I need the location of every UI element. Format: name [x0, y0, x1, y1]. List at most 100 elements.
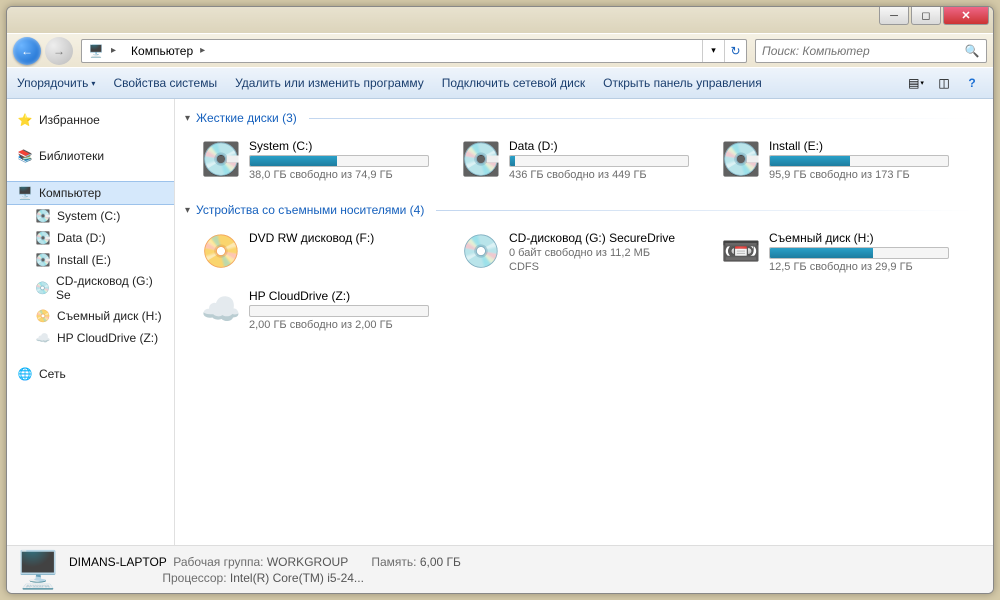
map-network-drive-button[interactable]: Подключить сетевой диск: [442, 76, 585, 90]
breadcrumb-computer[interactable]: Компьютер ▸: [125, 40, 214, 62]
sidebar-libraries[interactable]: 📚Библиотеки: [7, 145, 174, 167]
capacity-bar: [249, 155, 429, 167]
usb-icon: 📀: [35, 308, 51, 324]
hdd-icon: 💽: [35, 252, 51, 268]
sidebar-drive-e[interactable]: 💽Install (E:): [7, 249, 174, 271]
computer-large-icon: 🖥️: [16, 549, 61, 591]
capacity-bar: [509, 155, 689, 167]
sidebar-drive-c[interactable]: 💽System (C:): [7, 205, 174, 227]
capacity-bar: [769, 247, 949, 259]
libraries-icon: 📚: [17, 148, 33, 164]
computer-name: DIMANS-LAPTOP: [69, 555, 167, 569]
drive-cd-g[interactable]: 💿 CD-дисковод (G:) SecureDrive 0 байт св…: [457, 227, 707, 277]
group-title: Устройства со съемными носителями (4): [196, 203, 424, 217]
memory-label: Память:: [371, 555, 416, 569]
cloud-icon: ☁️: [35, 330, 51, 346]
address-bar[interactable]: 🖥️ ▸ Компьютер ▸ ▾ ↻: [81, 39, 747, 63]
drive-system-c[interactable]: 💽 System (C:) 38,0 ГБ свободно из 74,9 Г…: [197, 135, 447, 185]
usb-drive-icon: 📼: [721, 232, 761, 270]
chevron-down-icon: ▾: [920, 79, 924, 87]
content-area: ▾ Жесткие диски (3) 💽 System (C:) 38,0 Г…: [175, 99, 993, 545]
pane-icon: ◫: [938, 76, 949, 90]
drive-dvd-f[interactable]: 📀 DVD RW дисковод (F:): [197, 227, 447, 277]
close-button[interactable]: ✕: [943, 7, 989, 25]
minimize-button[interactable]: ─: [879, 7, 909, 25]
refresh-button[interactable]: ↻: [724, 40, 746, 62]
collapse-icon: ▾: [185, 205, 190, 216]
sidebar-drive-z[interactable]: ☁️HP CloudDrive (Z:): [7, 327, 174, 349]
dvd-icon: 📀: [201, 232, 241, 270]
search-box[interactable]: 🔍: [755, 39, 987, 63]
drive-label: HP CloudDrive (Z:): [249, 289, 443, 303]
hdd-icon: 💽: [721, 140, 761, 178]
capacity-bar: [249, 305, 429, 317]
help-button[interactable]: ?: [961, 72, 983, 94]
drive-label: System (C:): [249, 139, 443, 153]
sidebar-drive-h[interactable]: 📀Съемный диск (H:): [7, 305, 174, 327]
titlebar: ─ ◻ ✕: [7, 7, 993, 33]
computer-icon: 🖥️: [88, 43, 104, 59]
chevron-down-icon: ▾: [91, 79, 95, 88]
workgroup-label: Рабочая группа:: [173, 555, 263, 569]
cd-icon: 💿: [35, 280, 50, 296]
hdd-icon: 💽: [201, 140, 241, 178]
uninstall-program-button[interactable]: Удалить или изменить программу: [235, 76, 424, 90]
maximize-button[interactable]: ◻: [911, 7, 941, 25]
memory-value: 6,00 ГБ: [420, 555, 461, 569]
sidebar-drive-g[interactable]: 💿CD-дисковод (G:) Se: [7, 271, 174, 305]
forward-button[interactable]: →: [45, 37, 73, 65]
filesystem-text: CDFS: [509, 261, 703, 273]
view-options-button[interactable]: ▤▾: [905, 72, 927, 94]
drive-label: DVD RW дисковод (F:): [249, 231, 443, 245]
preview-pane-button[interactable]: ◫: [933, 72, 955, 94]
help-icon: ?: [968, 76, 975, 90]
search-icon: 🔍: [964, 43, 980, 59]
drive-label: Съемный диск (H:): [769, 231, 963, 245]
drive-install-e[interactable]: 💽 Install (E:) 95,9 ГБ свободно из 173 Г…: [717, 135, 967, 185]
chevron-right-icon: ▸: [108, 45, 119, 56]
hdd-icon: 💽: [35, 208, 51, 224]
drive-label: Install (E:): [769, 139, 963, 153]
group-hard-disks: ▾ Жесткие диски (3) 💽 System (C:) 38,0 Г…: [179, 107, 979, 185]
view-icon: ▤: [908, 76, 919, 90]
open-control-panel-button[interactable]: Открыть панель управления: [603, 76, 762, 90]
collapse-icon: ▾: [185, 113, 190, 124]
drive-data-d[interactable]: 💽 Data (D:) 436 ГБ свободно из 449 ГБ: [457, 135, 707, 185]
cd-icon: 💿: [461, 232, 501, 270]
cpu-label: Процессор:: [162, 571, 226, 585]
arrow-right-icon: →: [53, 44, 65, 58]
organize-button[interactable]: Упорядочить ▾: [17, 76, 95, 90]
free-space-text: 95,9 ГБ свободно из 173 ГБ: [769, 169, 963, 181]
group-title: Жесткие диски (3): [196, 111, 297, 125]
breadcrumb-root[interactable]: 🖥️ ▸: [82, 40, 125, 62]
drive-label: CD-дисковод (G:) SecureDrive: [509, 231, 703, 245]
sidebar-computer[interactable]: 🖥️Компьютер: [7, 181, 174, 205]
computer-icon: 🖥️: [17, 185, 33, 201]
system-properties-button[interactable]: Свойства системы: [113, 76, 217, 90]
cpu-value: Intel(R) Core(TM) i5-24...: [230, 571, 364, 585]
chevron-down-icon: ▾: [711, 45, 716, 56]
drive-cloud-z[interactable]: ☁️ HP CloudDrive (Z:) 2,00 ГБ свободно и…: [197, 285, 447, 335]
refresh-icon: ↻: [730, 44, 740, 58]
details-pane: 🖥️ DIMANS-LAPTOP Рабочая группа: WORKGRO…: [7, 545, 993, 593]
search-input[interactable]: [762, 44, 964, 58]
sidebar-drive-d[interactable]: 💽Data (D:): [7, 227, 174, 249]
group-header-removable[interactable]: ▾ Устройства со съемными носителями (4): [179, 199, 979, 221]
network-icon: 🌐: [17, 366, 33, 382]
sidebar-favorites[interactable]: ⭐Избранное: [7, 109, 174, 131]
chevron-right-icon: ▸: [197, 45, 208, 56]
drive-removable-h[interactable]: 📼 Съемный диск (H:) 12,5 ГБ свободно из …: [717, 227, 967, 277]
command-bar: Упорядочить ▾ Свойства системы Удалить и…: [7, 67, 993, 99]
free-space-text: 12,5 ГБ свободно из 29,9 ГБ: [769, 261, 963, 273]
group-header-hdd[interactable]: ▾ Жесткие диски (3): [179, 107, 979, 129]
free-space-text: 2,00 ГБ свободно из 2,00 ГБ: [249, 319, 443, 331]
back-button[interactable]: ←: [13, 37, 41, 65]
address-dropdown-button[interactable]: ▾: [702, 40, 724, 62]
free-space-text: 436 ГБ свободно из 449 ГБ: [509, 169, 703, 181]
workgroup-value: WORKGROUP: [267, 555, 348, 569]
navigation-pane: ⭐Избранное 📚Библиотеки 🖥️Компьютер 💽Syst…: [7, 99, 175, 545]
sidebar-network[interactable]: 🌐Сеть: [7, 363, 174, 385]
hdd-icon: 💽: [461, 140, 501, 178]
free-space-text: 38,0 ГБ свободно из 74,9 ГБ: [249, 169, 443, 181]
drive-label: Data (D:): [509, 139, 703, 153]
